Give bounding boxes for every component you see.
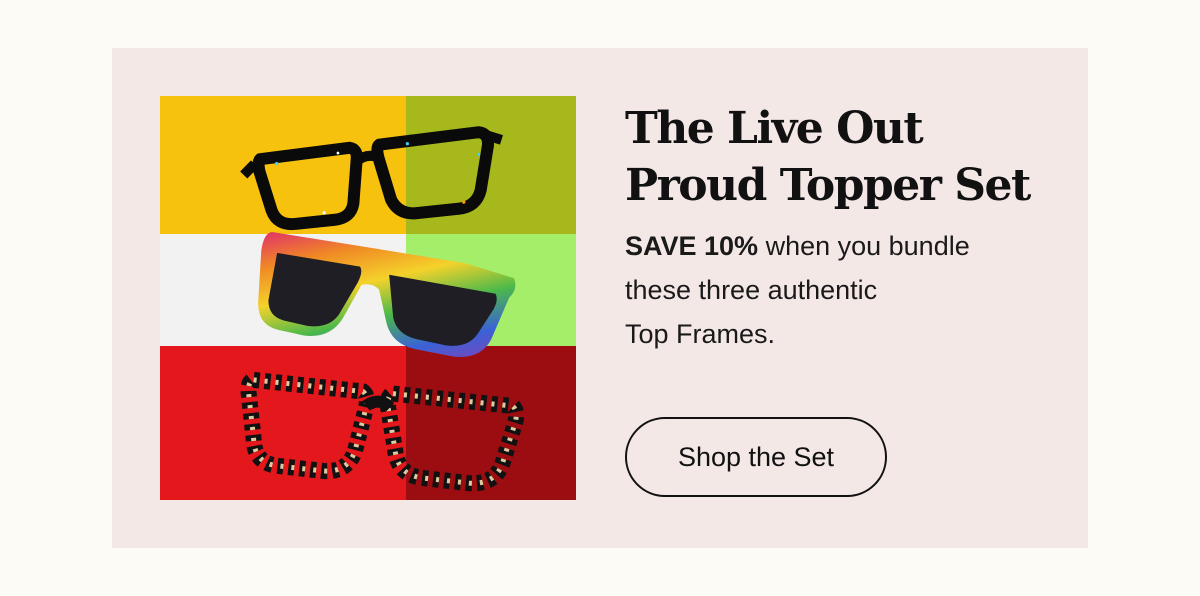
headline-line-2: Proud Topper Set xyxy=(625,160,1031,211)
promo-headline: The Live Out Proud Topper Set xyxy=(625,100,1065,214)
description-line-1: SAVE 10% when you bundle xyxy=(625,224,1065,268)
product-photo xyxy=(160,96,576,500)
headline-line-1: The Live Out xyxy=(625,103,924,154)
shop-the-set-button[interactable]: Shop the Set xyxy=(625,417,887,497)
glasses-image xyxy=(160,96,576,500)
description-line-2: these three authentic xyxy=(625,275,878,305)
description-line-1-rest: when you bundle xyxy=(758,231,970,261)
promo-description: SAVE 10% when you bundle these three aut… xyxy=(625,224,1065,356)
promo-copy: The Live Out Proud Topper Set SAVE 10% w… xyxy=(625,100,1065,356)
discount-highlight: SAVE 10% xyxy=(625,231,759,261)
description-line-3: Top Frames. xyxy=(625,319,776,349)
promo-card: The Live Out Proud Topper Set SAVE 10% w… xyxy=(112,48,1088,548)
